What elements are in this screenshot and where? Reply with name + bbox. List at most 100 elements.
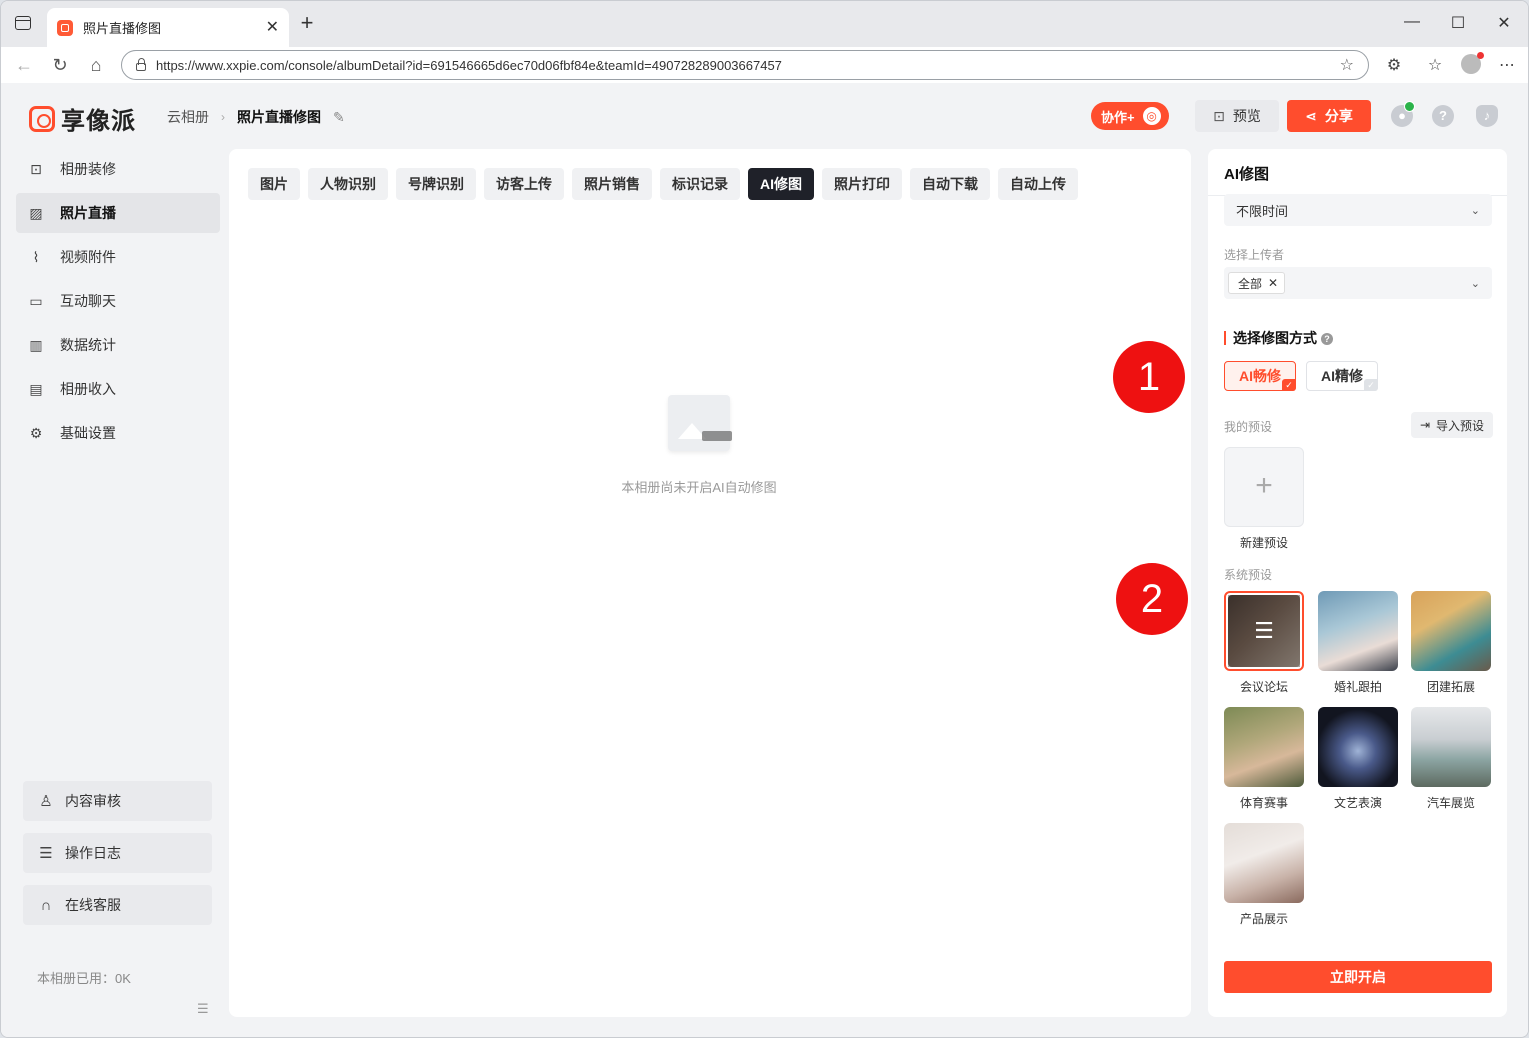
new-tab-icon[interactable]: + xyxy=(295,11,319,35)
preset-sports[interactable] xyxy=(1224,707,1304,787)
sidebar-item-label: 基础设置 xyxy=(60,425,116,441)
extensions-icon[interactable]: ⚙ xyxy=(1383,55,1405,75)
sidebar-item-label: 照片直播 xyxy=(60,205,116,221)
url-text: https://www.xxpie.com/console/albumDetai… xyxy=(156,57,782,73)
tab-visitor-upload[interactable]: 访客上传 xyxy=(484,168,564,200)
uploader-chip-label: 全部 xyxy=(1238,276,1263,291)
favorites-icon[interactable]: ☆ xyxy=(1424,55,1446,75)
check-icon: ✓ xyxy=(1282,379,1296,391)
sidebar-item-income[interactable]: ▤ 相册收入 xyxy=(16,369,220,409)
preset-label: 文艺表演 xyxy=(1333,796,1382,810)
paperclip-icon: ⌇ xyxy=(32,249,40,265)
back-icon[interactable]: ← xyxy=(13,55,35,75)
edit-icon[interactable]: ✎ xyxy=(333,109,345,126)
tab-photo-sales[interactable]: 照片销售 xyxy=(572,168,652,200)
sidebar-item-photo-live[interactable]: ▨ 照片直播 xyxy=(16,193,220,233)
sidebar-menu: ⊡ 相册装修 ▨ 照片直播 ⌇ 视频附件 ▭ 互动聊天 ▥ 数据统计 ▤ 相册收入 ⚙ 基础设… xyxy=(16,149,220,457)
preset-performance[interactable] xyxy=(1318,707,1398,787)
panel-title: AI修图 xyxy=(1224,166,1270,183)
breadcrumb-root[interactable]: 云相册 xyxy=(167,107,209,127)
uploader-chip[interactable]: 全部 ✕ xyxy=(1228,272,1286,294)
browser-tab[interactable]: 照片直播修图 ✕ xyxy=(47,8,289,47)
more-menu-icon[interactable]: ⋯ xyxy=(1496,55,1518,75)
chart-icon: ▥ xyxy=(29,337,43,353)
tab-face-recognition[interactable]: 人物识别 xyxy=(308,168,388,200)
preset-auto-show[interactable] xyxy=(1411,707,1491,787)
logo[interactable]: 享像派 xyxy=(29,101,136,136)
import-preset-label: 导入预设 xyxy=(1436,418,1485,433)
logo-mark-icon xyxy=(29,105,55,132)
url-field[interactable]: https://www.xxpie.com/console/albumDetai… xyxy=(121,50,1369,80)
operation-log-label: 操作日志 xyxy=(65,845,121,861)
help-circle-icon[interactable]: ? xyxy=(1321,333,1333,345)
preset-wedding[interactable] xyxy=(1318,591,1398,671)
mode-ai-fine[interactable]: AI精修 ✓ xyxy=(1306,361,1378,391)
image-icon: ▨ xyxy=(29,205,43,221)
chat-icon: ▭ xyxy=(29,293,43,309)
tab-actions-icon[interactable] xyxy=(15,16,31,30)
profile-avatar[interactable] xyxy=(1461,52,1484,74)
wallet-icon: ▤ xyxy=(29,381,43,397)
online-service-button[interactable]: ∩ 在线客服 xyxy=(23,885,212,925)
breadcrumb: 云相册 › 照片直播修图 ✎ xyxy=(167,107,345,127)
album-usage: 本相册已用：0K xyxy=(37,971,131,986)
collab-button[interactable]: 协作+ ◎ xyxy=(1091,102,1169,130)
new-preset-button[interactable]: + xyxy=(1224,447,1304,527)
remove-chip-icon[interactable]: ✕ xyxy=(1268,276,1278,290)
minimize-icon[interactable]: — xyxy=(1402,13,1422,31)
uploader-select[interactable]: 全部 ✕ ⌄ xyxy=(1224,267,1492,299)
content-review-button[interactable]: ♙ 内容审核 xyxy=(23,781,212,821)
tab-ai-retouch[interactable]: AI修图 xyxy=(748,168,814,200)
tab-auto-download[interactable]: 自动下载 xyxy=(910,168,990,200)
logo-text: 享像派 xyxy=(61,108,136,135)
main-content: 图片 人物识别 号牌识别 访客上传 照片销售 标识记录 AI修图 照片打印 自动… xyxy=(229,149,1191,1017)
refresh-icon[interactable]: ↻ xyxy=(49,55,71,75)
tab-images[interactable]: 图片 xyxy=(248,168,300,200)
time-select[interactable]: 不限时间 ⌄ xyxy=(1224,194,1492,226)
import-preset-button[interactable]: ⇥ 导入预设 xyxy=(1411,412,1493,438)
tab-photo-print[interactable]: 照片打印 xyxy=(822,168,902,200)
preset-label: 体育赛事 xyxy=(1239,796,1288,810)
sidebar-item-video[interactable]: ⌇ 视频附件 xyxy=(16,237,220,277)
preset-wedding-image xyxy=(1318,591,1398,671)
sidebar-item-chat[interactable]: ▭ 互动聊天 xyxy=(16,281,220,321)
sidebar-item-label: 数据统计 xyxy=(60,337,116,353)
bell-icon[interactable]: ♪ xyxy=(1476,105,1498,127)
ai-retouch-panel: AI修图 不限时间 ⌄ 选择上传者 全部 ✕ ⌄ 选择修图方式? AI畅修 ✓ A… xyxy=(1208,149,1507,1017)
sidebar-item-label: 互动聊天 xyxy=(60,293,116,309)
lock-icon xyxy=(136,58,146,71)
tab-mark-records[interactable]: 标识记录 xyxy=(660,168,740,200)
sidebar-item-label: 相册装修 xyxy=(60,161,116,177)
content-review-label: 内容审核 xyxy=(65,793,121,809)
start-now-button[interactable]: 立即开启 xyxy=(1224,961,1492,993)
share-icon: ⋖ xyxy=(1305,107,1317,124)
app-root: 享像派 云相册 › 照片直播修图 ✎ 协作+ ◎ ⊡ 预览 ⋖ 分享 ● ? ♪… xyxy=(1,83,1528,1037)
collapse-sidebar-icon[interactable]: ☰ xyxy=(197,1001,209,1017)
share-button[interactable]: ⋖ 分享 xyxy=(1287,100,1371,132)
mode-ai-fast[interactable]: AI畅修 ✓ xyxy=(1224,361,1296,391)
annotation-badge-1: 1 xyxy=(1113,341,1185,413)
preset-label: 产品展示 xyxy=(1239,912,1288,926)
preset-team-building-image xyxy=(1411,591,1491,671)
preview-button[interactable]: ⊡ 预览 xyxy=(1195,100,1279,132)
preview-label: 预览 xyxy=(1232,108,1261,124)
preset-conference[interactable]: ☰ xyxy=(1224,591,1304,671)
close-tab-icon[interactable]: ✕ xyxy=(266,19,279,36)
preset-team-building[interactable] xyxy=(1411,591,1491,671)
operation-log-button[interactable]: ☰ 操作日志 xyxy=(23,833,212,873)
preset-sports-image xyxy=(1224,707,1304,787)
tab-auto-upload[interactable]: 自动上传 xyxy=(998,168,1078,200)
maximize-icon[interactable]: ☐ xyxy=(1448,13,1468,33)
favorite-star-icon[interactable]: ☆ xyxy=(1340,55,1354,75)
import-icon: ⇥ xyxy=(1419,418,1431,432)
preset-product[interactable] xyxy=(1224,823,1304,903)
preset-label: 会议论坛 xyxy=(1239,680,1288,694)
sidebar-item-settings[interactable]: ⚙ 基础设置 xyxy=(16,413,220,453)
sidebar-item-stats[interactable]: ▥ 数据统计 xyxy=(16,325,220,365)
close-window-icon[interactable]: ✕ xyxy=(1494,13,1514,33)
home-icon[interactable]: ⌂ xyxy=(85,55,107,75)
preset-label: 汽车展览 xyxy=(1426,796,1475,810)
help-icon[interactable]: ? xyxy=(1432,105,1454,127)
tab-bib-recognition[interactable]: 号牌识别 xyxy=(396,168,476,200)
sidebar-item-decoration[interactable]: ⊡ 相册装修 xyxy=(16,149,220,189)
